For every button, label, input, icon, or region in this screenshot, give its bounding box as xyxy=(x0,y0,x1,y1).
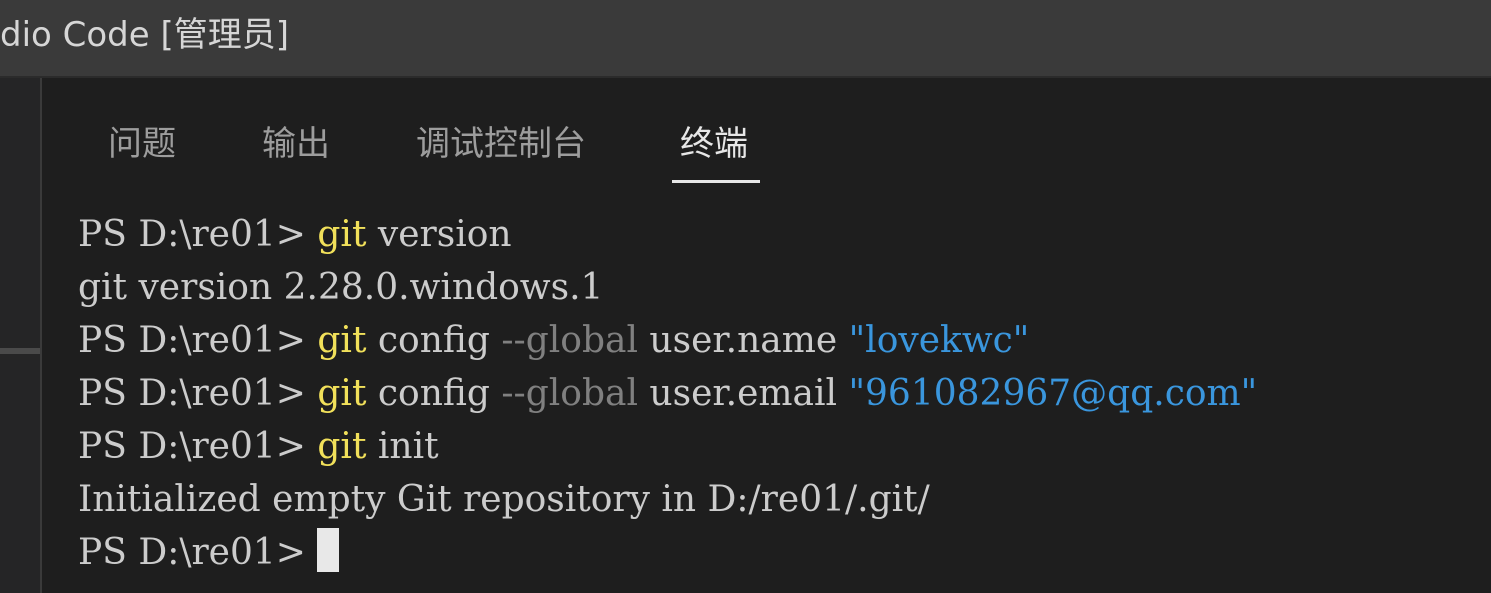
terminal-line: PS D:\re01> git config --global user.nam… xyxy=(78,314,1029,367)
terminal-line: Initialized empty Git repository in D:/r… xyxy=(78,473,930,526)
command-args: config xyxy=(366,320,502,361)
tab-problems[interactable]: 问题 xyxy=(108,122,176,166)
terminal-line: PS D:\re01> xyxy=(78,526,340,579)
prompt: PS D:\re01> xyxy=(78,532,318,573)
terminal-line: PS D:\re01> git version xyxy=(78,208,512,261)
output-text: Initialized empty Git repository in D:/r… xyxy=(78,479,930,520)
panel-tabs: 问题 输出 调试控制台 终端 xyxy=(42,80,1491,190)
terminal-line: git version 2.28.0.windows.1 xyxy=(78,261,603,314)
command-args: user.email xyxy=(637,373,849,414)
terminal-line: PS D:\re01> git config --global user.ema… xyxy=(78,367,1257,420)
command: git xyxy=(317,320,367,361)
bottom-panel: 问题 输出 调试控制台 终端 PS D:\re01> git version g… xyxy=(42,80,1491,593)
window-title: dio Code [管理员] xyxy=(0,15,290,55)
command-args: init xyxy=(366,426,439,467)
prompt: PS D:\re01> xyxy=(78,373,318,414)
tab-terminal[interactable]: 终端 xyxy=(680,122,748,166)
tab-output[interactable]: 输出 xyxy=(262,122,330,166)
command-args: user.name xyxy=(637,320,849,361)
command-args: version xyxy=(366,214,512,255)
prompt: PS D:\re01> xyxy=(78,320,318,361)
prompt: PS D:\re01> xyxy=(78,214,318,255)
command: git xyxy=(317,373,367,414)
command-flag: --global xyxy=(501,320,638,361)
command-string: "lovekwc" xyxy=(848,320,1030,361)
command: git xyxy=(317,214,367,255)
active-tab-indicator xyxy=(672,180,760,183)
tab-debug-console[interactable]: 调试控制台 xyxy=(416,122,586,166)
prompt: PS D:\re01> xyxy=(78,426,318,467)
terminal-cursor xyxy=(317,528,340,572)
terminal-line: PS D:\re01> git init xyxy=(78,420,439,473)
title-bar: dio Code [管理员] xyxy=(0,0,1491,78)
command: git xyxy=(317,426,367,467)
sidebar-scroll-indicator[interactable] xyxy=(0,348,40,354)
command-args: config xyxy=(366,373,502,414)
output-text: git version 2.28.0.windows.1 xyxy=(78,267,604,308)
activity-sidebar xyxy=(0,78,40,593)
terminal-output[interactable]: PS D:\re01> git version git version 2.28… xyxy=(78,208,1488,588)
command-string: "961082967@qq.com" xyxy=(848,373,1258,414)
command-flag: --global xyxy=(501,373,638,414)
